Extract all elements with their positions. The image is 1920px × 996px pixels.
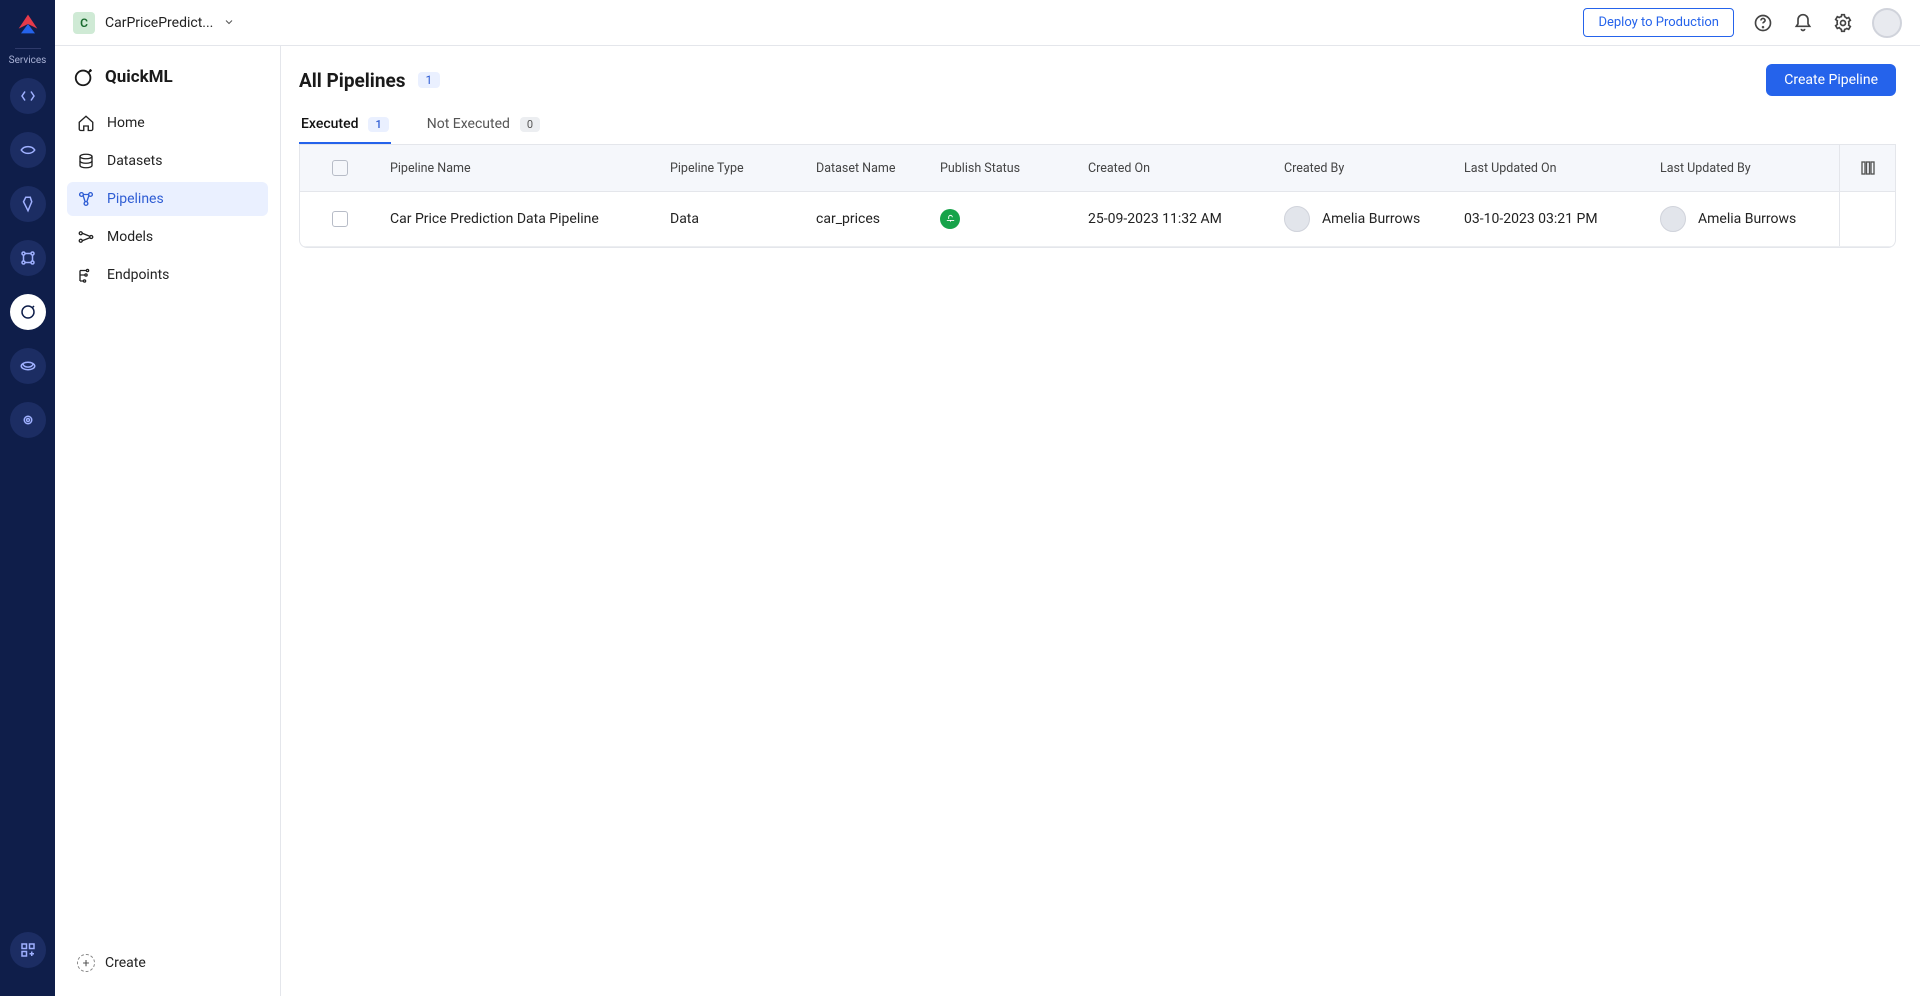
cell-created-on: 25-09-2023 11:32 AM [1078,192,1274,246]
pipelines-icon [77,190,95,208]
service-item-1[interactable] [10,78,46,114]
cell-type: Data [660,192,806,246]
th-type[interactable]: Pipeline Type [660,145,806,191]
table-row[interactable]: Car Price Prediction Data Pipeline Data … [300,192,1895,247]
brand-logo-icon [14,10,42,38]
th-publish[interactable]: Publish Status [930,145,1078,191]
nav-label: Models [107,229,153,245]
service-item-6[interactable] [10,348,46,384]
service-item-4[interactable] [10,240,46,276]
chevron-down-icon [223,13,235,32]
user-name: Amelia Burrows [1698,211,1796,227]
service-item-3[interactable] [10,186,46,222]
quickml-logo-icon [73,66,95,88]
models-icon [77,228,95,246]
th-updated-on[interactable]: Last Updated On [1454,145,1650,191]
cell-updated-on: 03-10-2023 03:21 PM [1454,192,1650,246]
tab-count: 1 [368,117,388,132]
service-item-quickml[interactable] [10,294,46,330]
nav-label: Pipelines [107,191,164,207]
pipeline-table: Pipeline Name Pipeline Type Dataset Name… [299,145,1896,248]
sidebar-title: QuickML [105,67,173,87]
topbar: C CarPricePredict... Deploy to Productio… [55,0,1920,46]
nav-label: Endpoints [107,267,169,283]
nav-endpoints[interactable]: Endpoints [67,258,268,292]
nav-label: Datasets [107,153,162,169]
tab-not-executed[interactable]: Not Executed 0 [425,110,542,144]
home-icon [77,114,95,132]
column-settings-icon[interactable] [1839,145,1895,191]
notifications-icon[interactable] [1792,12,1814,34]
settings-icon[interactable] [1832,12,1854,34]
published-status-icon [940,209,960,229]
cell-created-by: Amelia Burrows [1274,192,1454,246]
cell-publish [930,192,1078,246]
services-label: Services [9,55,47,66]
service-item-7[interactable] [10,402,46,438]
user-avatar-icon [1284,206,1310,232]
create-label: Create [105,955,146,971]
cell-updated-by: Amelia Burrows [1650,192,1839,246]
nav-label: Home [107,115,145,131]
tab-label: Not Executed [427,116,510,132]
nav-datasets[interactable]: Datasets [67,144,268,178]
tab-label: Executed [301,116,358,132]
tabs: Executed 1 Not Executed 0 [299,110,1896,145]
help-icon[interactable] [1752,12,1774,34]
row-trailing-cell [1839,192,1895,246]
th-updated-by[interactable]: Last Updated By [1650,145,1839,191]
user-avatar-icon [1660,206,1686,232]
tab-executed[interactable]: Executed 1 [299,110,391,144]
service-item-2[interactable] [10,132,46,168]
plus-icon: + [77,954,95,972]
services-rail: Services [0,0,55,996]
page-title: All Pipelines [299,69,406,92]
deploy-button[interactable]: Deploy to Production [1583,8,1734,37]
cell-dataset: car_prices [806,192,930,246]
sidebar-create[interactable]: + Create [67,946,268,980]
project-name: CarPricePredict... [105,15,213,31]
pipeline-count-badge: 1 [418,72,441,88]
table-header-row: Pipeline Name Pipeline Type Dataset Name… [300,145,1895,192]
content: All Pipelines 1 Create Pipeline Executed… [281,46,1920,996]
create-pipeline-button[interactable]: Create Pipeline [1766,64,1896,96]
cell-name: Car Price Prediction Data Pipeline [380,192,660,246]
project-badge: C [73,12,95,34]
apps-grid-icon[interactable] [10,932,46,968]
rail-divider [15,48,41,49]
row-checkbox[interactable] [332,211,348,227]
nav-models[interactable]: Models [67,220,268,254]
nav-pipelines[interactable]: Pipelines [67,182,268,216]
user-name: Amelia Burrows [1322,211,1420,227]
project-selector[interactable]: C CarPricePredict... [73,12,235,34]
nav-home[interactable]: Home [67,106,268,140]
select-all-checkbox[interactable] [332,160,348,176]
endpoints-icon [77,266,95,284]
sidebar: QuickML Home Datasets Pipelines Models E… [55,46,281,996]
database-icon [77,152,95,170]
th-created-by[interactable]: Created By [1274,145,1454,191]
th-created-on[interactable]: Created On [1078,145,1274,191]
th-dataset[interactable]: Dataset Name [806,145,930,191]
th-name[interactable]: Pipeline Name [380,145,660,191]
user-avatar[interactable] [1872,8,1902,38]
tab-count: 0 [520,117,540,132]
